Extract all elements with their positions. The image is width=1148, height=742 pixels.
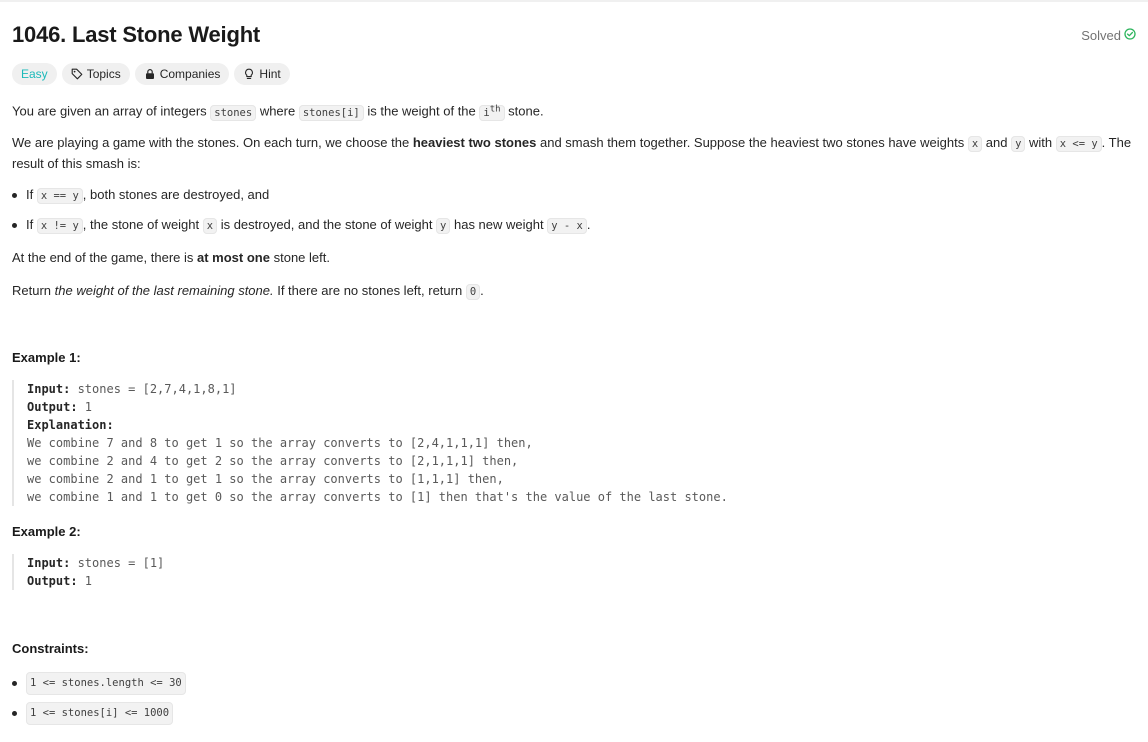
code-y-minus-x: y - x: [547, 218, 587, 234]
text: stone.: [504, 103, 544, 119]
text: If there are no stones left, return: [273, 283, 466, 298]
text: and: [982, 135, 1012, 150]
text: is destroyed, and the stone of weight: [217, 217, 437, 232]
code-x: x: [967, 136, 983, 152]
difficulty-badge[interactable]: Easy: [12, 63, 57, 85]
text: , the stone of weight: [82, 217, 203, 232]
code-stones-i: stones[i]: [298, 104, 364, 121]
text: is the weight of the: [363, 103, 480, 119]
code-zero: 0: [465, 284, 481, 300]
constraints-heading: Constraints:: [12, 641, 89, 656]
bullet-dot: [12, 193, 17, 198]
text: At the end of the game, there is: [12, 250, 198, 265]
code-x-le-y: x <= y: [1055, 136, 1102, 152]
code-y: y: [1011, 136, 1026, 152]
explanation-line: We combine 7 and 8 to get 1 so the array…: [27, 436, 533, 450]
example-1-block: Input: stones = [2,7,4,1,8,1] Output: 1 …: [12, 380, 728, 506]
example-1-explanation-label: Explanation:: [27, 418, 114, 432]
hint-label: Hint: [259, 67, 281, 81]
text: .: [586, 217, 591, 232]
top-divider: [0, 0, 1148, 2]
italic-return-value: the weight of the last remaining stone.: [54, 283, 274, 298]
constraint-item: 1 <= stones.length <= 30: [12, 672, 186, 695]
example-1-output-value: 1: [77, 400, 93, 414]
code-stones: stones: [210, 104, 257, 121]
text: , both stones are destroyed, and: [82, 187, 270, 202]
text: and smash them together. Suppose the hea…: [536, 135, 968, 150]
example-2-block: Input: stones = [1] Output: 1: [12, 554, 164, 590]
text: where: [256, 103, 299, 119]
text: stone left.: [269, 250, 330, 265]
lock-icon: [144, 68, 156, 80]
lightbulb-icon: [243, 68, 255, 80]
bold-heaviest-two: heaviest two stones: [412, 135, 537, 150]
difficulty-label: Easy: [21, 67, 48, 81]
text: .: [480, 283, 484, 298]
description-paragraph-3: At the end of the game, there is at most…: [12, 248, 330, 267]
example-1-output-label: Output:: [27, 400, 78, 414]
text: If: [26, 217, 37, 232]
solved-label: Solved: [1081, 28, 1121, 43]
tag-bar: Easy Topics Companies Hint: [12, 63, 290, 85]
text: Return: [12, 283, 55, 298]
description-paragraph-4: Return the weight of the last remaining …: [12, 281, 484, 302]
code-x-ne-y: x != y: [36, 218, 83, 234]
text: with: [1025, 135, 1056, 150]
explanation-line: we combine 2 and 1 to get 1 so the array…: [27, 472, 504, 486]
superscript-th: th: [489, 104, 501, 114]
text: If: [26, 187, 37, 202]
check-circle-icon: [1124, 28, 1136, 43]
description-paragraph-1: You are given an array of integers stone…: [12, 100, 544, 123]
example-1-input-value: stones = [2,7,4,1,8,1]: [70, 382, 237, 396]
solved-status: Solved: [1081, 28, 1136, 43]
bullet-dot: [12, 711, 17, 716]
code-i-th: ith: [479, 104, 505, 121]
explanation-line: we combine 2 and 4 to get 2 so the array…: [27, 454, 519, 468]
description-paragraph-2: We are playing a game with the stones. O…: [12, 133, 1136, 173]
constraint-code: 1 <= stones.length <= 30: [26, 672, 186, 695]
bold-at-most-one: at most one: [197, 250, 270, 265]
code-y: y: [436, 218, 451, 234]
example-2-heading: Example 2:: [12, 524, 81, 539]
example-1-input-label: Input:: [27, 382, 71, 396]
topics-button[interactable]: Topics: [61, 63, 130, 85]
example-2-input-value: stones = [1]: [70, 556, 165, 570]
tag-icon: [71, 68, 83, 80]
code-x: x: [202, 218, 218, 234]
bullet-dot: [12, 681, 17, 686]
rule-bullet-1: If x == y, both stones are destroyed, an…: [12, 185, 269, 206]
companies-button[interactable]: Companies: [134, 63, 230, 85]
code-x-eq-y: x == y: [36, 188, 83, 204]
problem-title: 1046. Last Stone Weight: [12, 22, 261, 47]
example-2-input-label: Input:: [27, 556, 71, 570]
rule-bullet-2: If x != y, the stone of weight x is dest…: [12, 215, 590, 236]
example-1-heading: Example 1:: [12, 350, 81, 365]
bullet-text: If x != y, the stone of weight x is dest…: [26, 215, 590, 236]
hint-button[interactable]: Hint: [234, 63, 290, 85]
topics-label: Topics: [86, 67, 121, 81]
text: We are playing a game with the stones. O…: [12, 135, 413, 150]
explanation-line: we combine 1 and 1 to get 0 so the array…: [27, 490, 728, 504]
companies-label: Companies: [159, 67, 221, 81]
example-2-output-value: 1: [77, 574, 93, 588]
text: has new weight: [450, 217, 548, 232]
bullet-text: If x == y, both stones are destroyed, an…: [26, 185, 269, 206]
constraint-code: 1 <= stones[i] <= 1000: [26, 702, 174, 725]
constraint-item: 1 <= stones[i] <= 1000: [12, 702, 174, 725]
bullet-dot: [12, 223, 17, 228]
example-2-output-label: Output:: [27, 574, 78, 588]
text: You are given an array of integers: [12, 103, 211, 119]
